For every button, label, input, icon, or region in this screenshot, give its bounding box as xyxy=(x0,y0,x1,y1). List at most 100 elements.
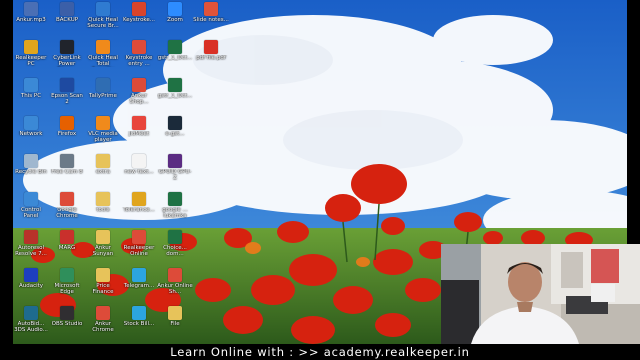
presenter-video-feed xyxy=(441,244,640,344)
desktop-icon-label: File xyxy=(170,321,180,327)
folder-icon xyxy=(96,230,110,244)
folder-icon xyxy=(96,268,110,282)
desktop-icon-label: e-gst... xyxy=(165,131,185,137)
desktop-icon[interactable]: Ankur Shop... xyxy=(121,76,157,105)
desktop-icon[interactable]: Realkeeper Online xyxy=(121,228,157,257)
desktop-icon[interactable]: Network xyxy=(13,114,49,137)
desktop-icon[interactable]: Ankur Sunyan Marketing xyxy=(85,228,121,257)
desktop-icon[interactable]: TallyPrime xyxy=(85,76,121,99)
desktop-icon[interactable]: Google Chrome xyxy=(49,190,85,219)
desktop-icon[interactable]: Price Finance xyxy=(85,266,121,295)
obs-studio-icon xyxy=(60,306,74,320)
desktop-icon[interactable]: Quick Heal Secure Br... xyxy=(85,0,121,29)
desktop-icon[interactable]: Firefox xyxy=(49,114,85,137)
desktop-icon-label: Control Panel xyxy=(21,207,41,219)
desktop-icon[interactable]: OBS Studio xyxy=(49,304,85,327)
desktop-icon[interactable]: Audacity xyxy=(13,266,49,289)
desktop-icon[interactable]: AutoBid... 3DS Audio... xyxy=(13,304,49,333)
screen-recording-frame: Ankur.mp3 BACKUP Quick Heal Secure Br... Ke… xyxy=(0,0,640,360)
desktop-icon[interactable]: Stock Bill... xyxy=(121,304,157,327)
desktop-icon-label: Ankur.mp3 xyxy=(16,17,46,23)
this-pc-icon xyxy=(24,78,38,92)
cyberlink-powerdirector-icon xyxy=(60,40,74,54)
desktop-icon[interactable]: Tolerance... xyxy=(121,190,157,213)
desktop-icon[interactable]: Ankur Chrome xyxy=(85,304,121,333)
folder-icon xyxy=(168,306,182,320)
webcam-overlay xyxy=(441,244,640,344)
desktop-icon[interactable]: gstr_1_Oct... xyxy=(157,76,193,99)
desktop-icon-label: Ankur Chrome xyxy=(92,321,114,333)
desktop-icon-label: TallyPrime xyxy=(89,93,117,99)
desktop-icon[interactable]: Keystroke... xyxy=(121,0,157,23)
excel-file-icon xyxy=(168,192,182,206)
desktop-icon-label: tools xyxy=(96,207,110,213)
desktop-icon[interactable]: extra xyxy=(85,152,121,175)
desktop-icon-label: Ankur Shop... xyxy=(129,93,149,105)
desktop-icon[interactable]: Free Cam 8 xyxy=(49,152,85,175)
desktop-icon[interactable]: Telegram... xyxy=(121,266,157,289)
audio-file-icon xyxy=(24,2,38,16)
epson-scan-icon xyxy=(60,78,74,92)
desktop-icon[interactable]: Autoresol Resolve 7... xyxy=(13,228,49,257)
audacity-icon xyxy=(24,268,38,282)
desktop-icon[interactable]: Slide notes... xyxy=(193,0,229,23)
excel-file-icon xyxy=(168,230,182,244)
recycle-bin-icon xyxy=(24,154,38,168)
desktop-icon[interactable]: Microsoft Edge xyxy=(49,266,85,295)
pdf-file-icon xyxy=(204,40,218,54)
desktop-icon[interactable]: tools xyxy=(85,190,121,213)
desktop-icon-label: Ankur Online Sh... xyxy=(157,283,193,295)
desktop-icon-label: google ... lukamka xyxy=(162,207,188,219)
desktop-icon-label: Choice... dom... xyxy=(163,245,187,257)
desktop-icon-label: Telegram... xyxy=(123,283,155,289)
control-panel-icon xyxy=(24,192,38,206)
desktop-icon[interactable]: JioMeet xyxy=(121,114,157,137)
desktop-icon[interactable]: Realkeeper PC xyxy=(13,38,49,67)
desktop-icon[interactable]: CyberLink Power Direc... xyxy=(49,38,85,67)
desktop-icon[interactable]: GPUID GPU-Z xyxy=(157,152,193,181)
desktop-icon[interactable]: Ankur Online Sh... xyxy=(157,266,193,295)
desktop-icon[interactable]: e-gst... xyxy=(157,114,193,137)
desktop-icon[interactable]: VLC media player xyxy=(85,114,121,143)
desktop-icon-label: Google Chrome xyxy=(56,207,78,219)
desktop-icon-label: Quick Heal Secure Br... xyxy=(87,17,119,29)
desktop-icon[interactable]: Choice... dom... xyxy=(157,228,193,257)
desktop-icon[interactable]: Recycle Bin xyxy=(13,152,49,175)
desktop-icon-label: Stock Bill... xyxy=(123,321,155,327)
desktop-icon[interactable]: MARG xyxy=(49,228,85,251)
desktop-icon[interactable]: Quick Heal Total Security xyxy=(85,38,121,67)
desktop-icon[interactable]: new text... xyxy=(121,152,157,175)
desktop-icon-label: MARG xyxy=(58,245,76,251)
desktop-icon-label: Ankur Sunyan Marketing xyxy=(92,245,114,257)
desktop-icon-label: Keystroke entry ... xyxy=(125,55,153,67)
desktop-icon[interactable]: BACKUP xyxy=(49,0,85,23)
desktop-icon-label: This PC xyxy=(20,93,42,99)
desktop-icon[interactable]: pdf file.pdf xyxy=(193,38,229,61)
desktop-icon[interactable]: File xyxy=(157,304,193,327)
desktop-icon-label: gstr_1_Oct... xyxy=(157,55,193,61)
desktop-icon-label: extra xyxy=(95,169,111,175)
chrome-icon xyxy=(60,192,74,206)
slide-notes-icon xyxy=(204,2,218,16)
gpu-z-icon xyxy=(168,154,182,168)
free-cam-icon xyxy=(60,154,74,168)
desktop-icon-label: Keystroke... xyxy=(122,17,156,23)
desktop-icon-label: Firefox xyxy=(57,131,77,137)
chrome-icon xyxy=(96,306,110,320)
chrome-icon xyxy=(132,40,146,54)
desktop-icon[interactable]: Ankur.mp3 xyxy=(13,0,49,23)
firefox-icon xyxy=(60,116,74,130)
desktop-icon-label: Realkeeper PC xyxy=(15,55,47,67)
desktop-icon-label: Network xyxy=(19,131,43,137)
desktop-icon-label: Realkeeper Online xyxy=(123,245,155,257)
quick-heal-icon xyxy=(96,40,110,54)
document-icon xyxy=(168,116,182,130)
desktop-icon[interactable]: Control Panel xyxy=(13,190,49,219)
desktop-icon[interactable]: This PC xyxy=(13,76,49,99)
chrome-icon xyxy=(132,78,146,92)
desktop-icon[interactable]: Zoom xyxy=(157,0,193,23)
desktop-icon[interactable]: google ... lukamka xyxy=(157,190,193,219)
desktop-icon[interactable]: gstr_1_Oct... xyxy=(157,38,193,61)
desktop-icon[interactable]: Epson Scan 2 xyxy=(49,76,85,105)
desktop-icon[interactable]: Keystroke entry ... xyxy=(121,38,157,67)
